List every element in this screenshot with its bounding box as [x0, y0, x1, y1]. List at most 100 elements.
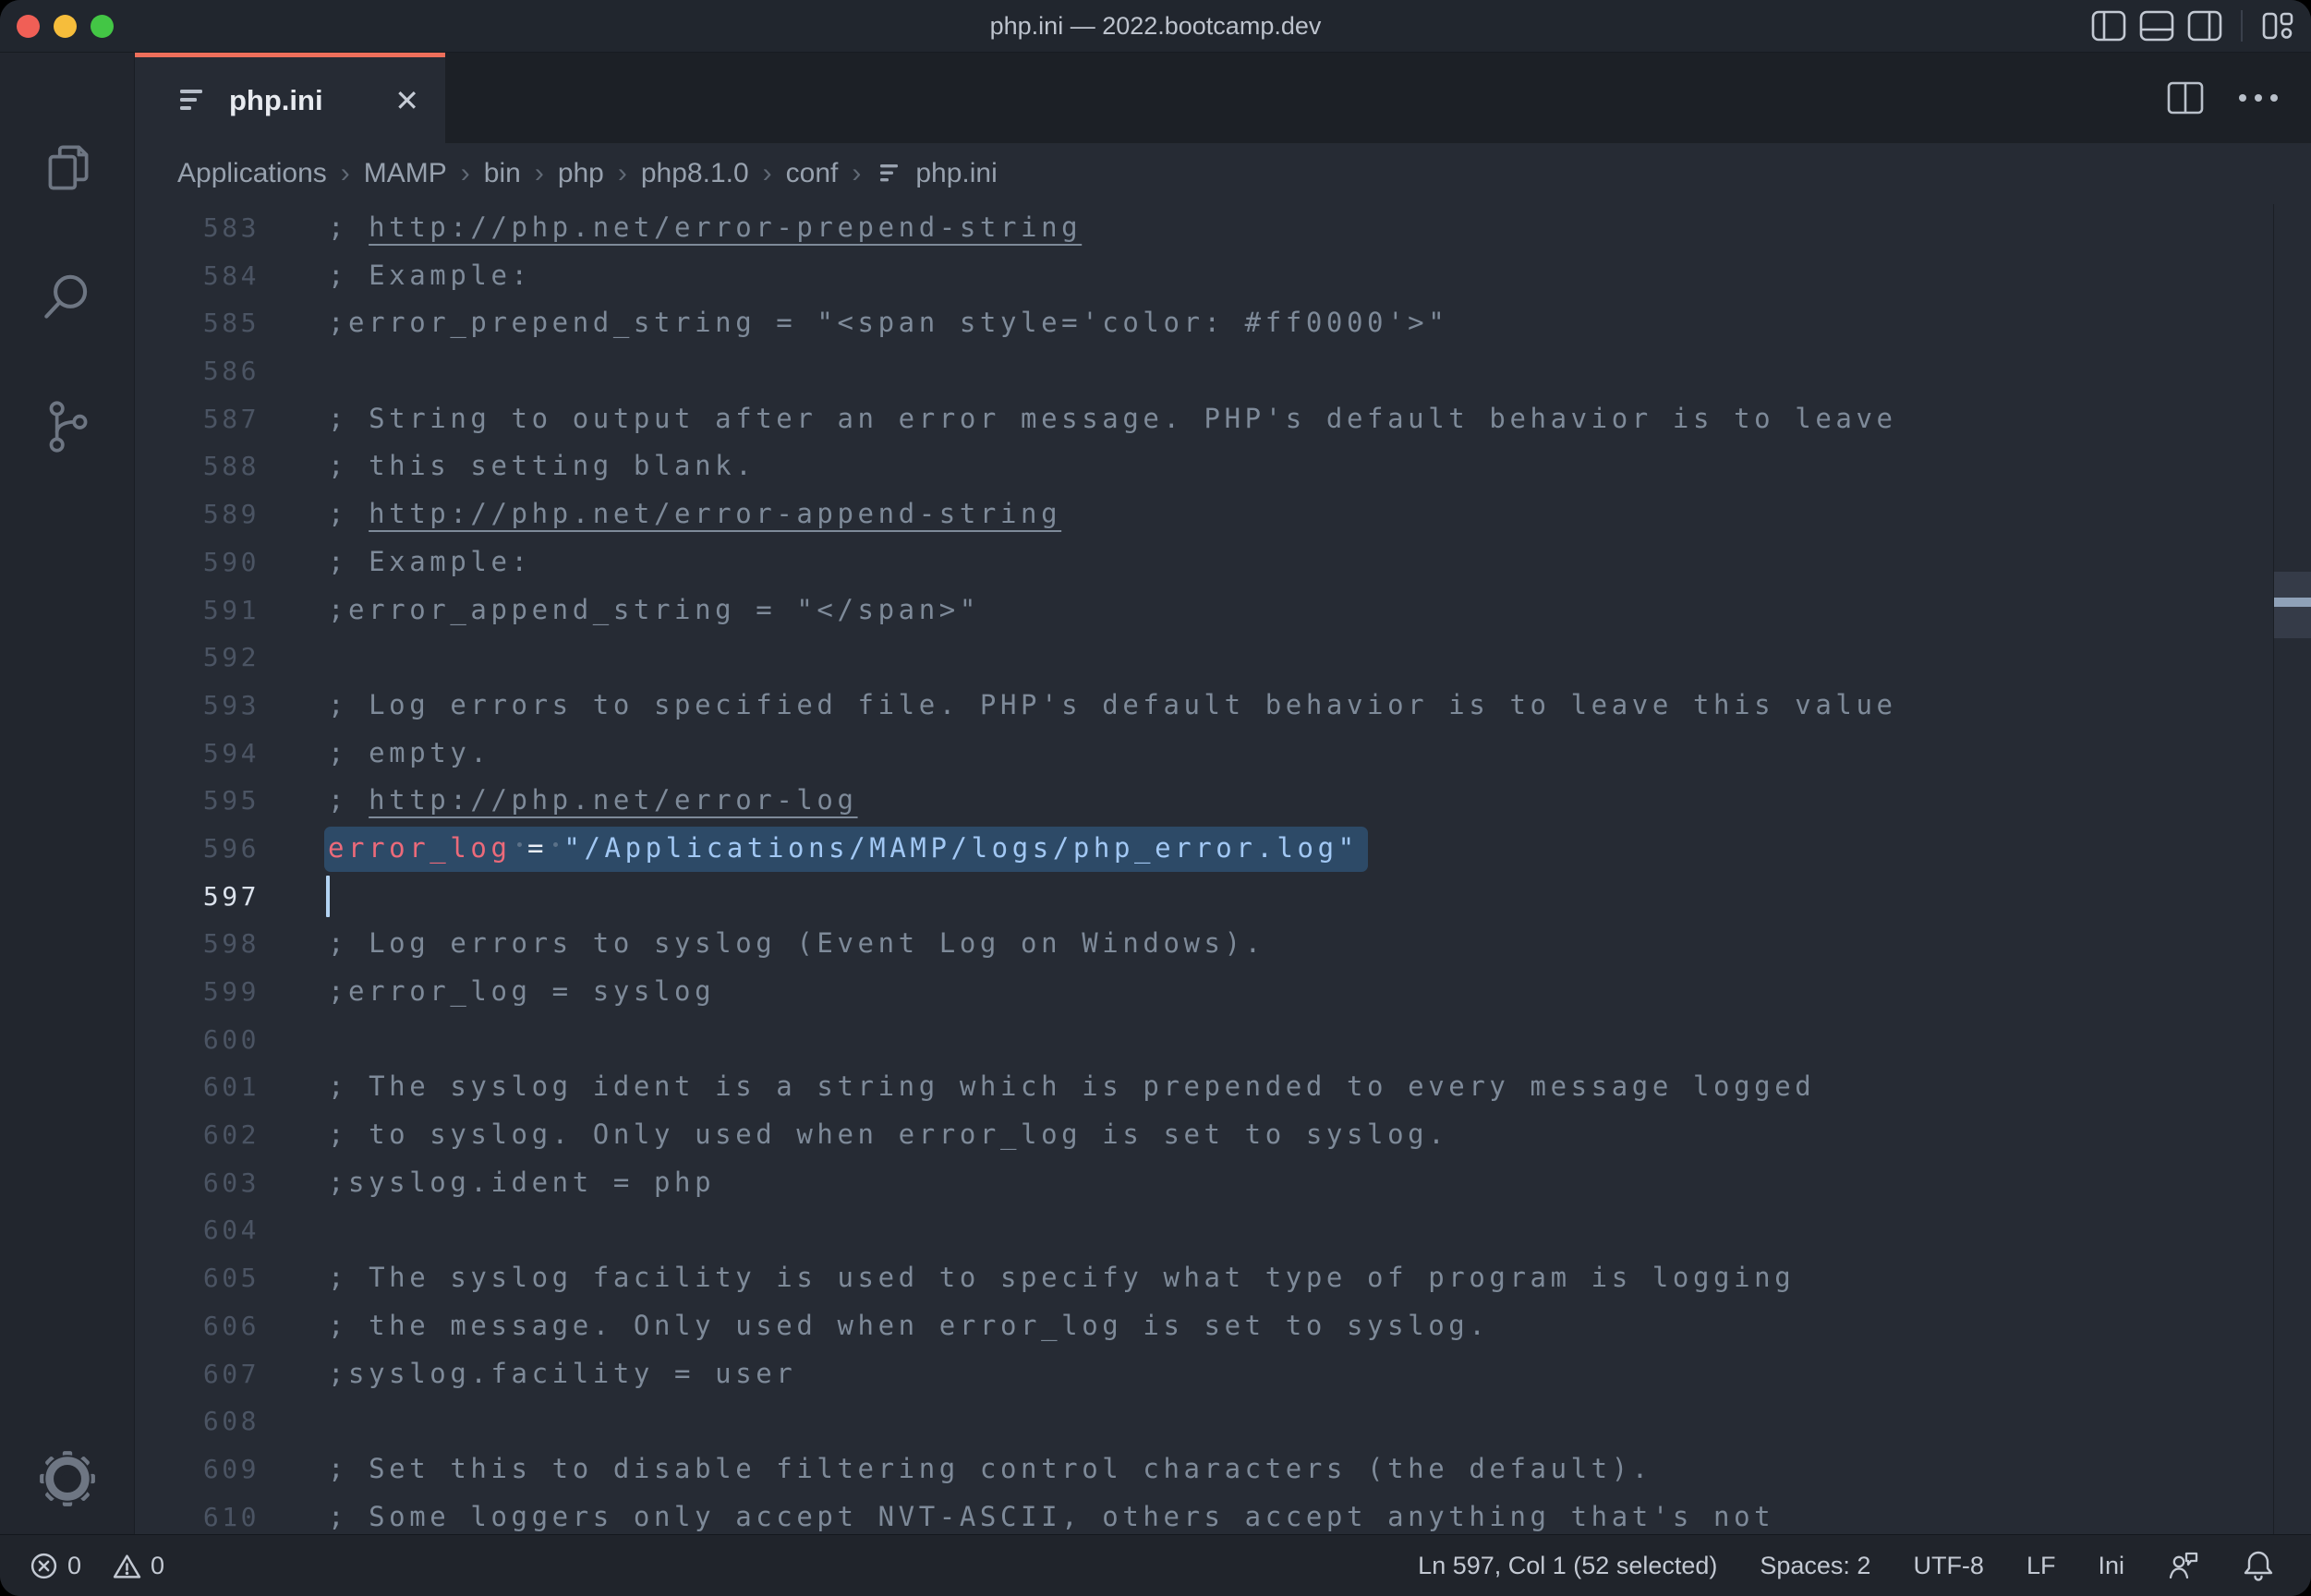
- code-line[interactable]: ;syslog.ident = php: [328, 1159, 2311, 1207]
- toggle-secondary-sidebar-button[interactable]: [2187, 10, 2222, 42]
- line-number[interactable]: 584: [135, 252, 328, 300]
- code-line[interactable]: ; this setting blank.: [328, 442, 2311, 490]
- line-number[interactable]: 606: [135, 1302, 328, 1350]
- code-line[interactable]: ;error_log = syslog: [328, 968, 2311, 1016]
- editor-row[interactable]: 599;error_log = syslog: [135, 968, 2311, 1016]
- line-number[interactable]: 588: [135, 442, 328, 490]
- line-number[interactable]: 587: [135, 395, 328, 443]
- editor-row[interactable]: 603;syslog.ident = php: [135, 1159, 2311, 1207]
- editor-row[interactable]: 591;error_append_string = "</span>": [135, 586, 2311, 635]
- line-number[interactable]: 607: [135, 1350, 328, 1398]
- code-line[interactable]: [328, 347, 2311, 395]
- tab-close-button[interactable]: ✕: [391, 86, 423, 115]
- breadcrumb-item[interactable]: MAMP: [362, 158, 449, 189]
- editor-row[interactable]: 608: [135, 1397, 2311, 1445]
- code-line[interactable]: ;error_append_string = "</span>": [328, 586, 2311, 635]
- line-number[interactable]: 599: [135, 968, 328, 1016]
- line-number[interactable]: 608: [135, 1397, 328, 1445]
- code-line[interactable]: [328, 1016, 2311, 1064]
- editor-row[interactable]: 593; Log errors to specified file. PHP's…: [135, 682, 2311, 730]
- breadcrumb-item[interactable]: php8.1.0: [639, 158, 751, 189]
- editor-row[interactable]: 600: [135, 1016, 2311, 1064]
- activity-explorer-button[interactable]: [0, 138, 134, 199]
- code-line[interactable]: ; Example:: [328, 252, 2311, 300]
- editor-row[interactable]: 606; the message. Only used when error_l…: [135, 1302, 2311, 1350]
- editor-row[interactable]: 607;syslog.facility = user: [135, 1350, 2311, 1398]
- code-line[interactable]: ; Set this to disable filtering control …: [328, 1445, 2311, 1493]
- editor-row[interactable]: 609; Set this to disable filtering contr…: [135, 1445, 2311, 1493]
- line-number[interactable]: 591: [135, 586, 328, 635]
- breadcrumb-item[interactable]: Applications: [175, 158, 329, 189]
- line-number[interactable]: 586: [135, 347, 328, 395]
- encoding-status[interactable]: UTF-8: [1913, 1552, 1984, 1580]
- eol-status[interactable]: LF: [2027, 1552, 2056, 1580]
- title-bar[interactable]: php.ini — 2022.bootcamp.dev: [0, 0, 2311, 53]
- breadcrumb-item[interactable]: conf: [784, 158, 841, 189]
- code-line[interactable]: ; String to output after an error messag…: [328, 395, 2311, 443]
- editor-row[interactable]: 585;error_prepend_string = "<span style=…: [135, 299, 2311, 347]
- line-number[interactable]: 595: [135, 777, 328, 825]
- breadcrumb-item[interactable]: bin: [482, 158, 523, 189]
- editor-row[interactable]: 594; empty.: [135, 730, 2311, 778]
- editor-row[interactable]: 589; http://php.net/error-append-string: [135, 490, 2311, 538]
- toggle-panel-button[interactable]: [2139, 10, 2174, 42]
- code-line[interactable]: ; http://php.net/error-append-string: [328, 490, 2311, 538]
- problems-status-button[interactable]: 0 0: [30, 1552, 164, 1580]
- line-number[interactable]: 592: [135, 634, 328, 682]
- editor-row[interactable]: 596error_log="/Applications/MAMP/logs/ph…: [135, 825, 2311, 873]
- cursor-position-status[interactable]: Ln 597, Col 1 (52 selected): [1418, 1552, 1717, 1580]
- editor-row[interactable]: 587; String to output after an error mes…: [135, 395, 2311, 443]
- code-line[interactable]: [328, 1397, 2311, 1445]
- code-line[interactable]: ; http://php.net/error-log: [328, 777, 2311, 825]
- editor-pane[interactable]: 583; http://php.net/error-prepend-string…: [135, 204, 2311, 1535]
- code-line[interactable]: ;syslog.facility = user: [328, 1350, 2311, 1398]
- code-line[interactable]: ; The syslog facility is used to specify…: [328, 1254, 2311, 1302]
- language-mode-status[interactable]: Ini: [2098, 1552, 2124, 1580]
- line-number[interactable]: 602: [135, 1111, 328, 1159]
- code-line[interactable]: ; The syslog ident is a string which is …: [328, 1063, 2311, 1111]
- code-line[interactable]: [328, 634, 2311, 682]
- line-number[interactable]: 583: [135, 204, 328, 252]
- editor-row[interactable]: 595; http://php.net/error-log: [135, 777, 2311, 825]
- split-editor-button[interactable]: [2167, 81, 2204, 115]
- code-line[interactable]: [328, 873, 2311, 921]
- breadcrumb-item[interactable]: php: [556, 158, 606, 189]
- editor-row[interactable]: 598; Log errors to syslog (Event Log on …: [135, 920, 2311, 968]
- breadcrumb-item[interactable]: php.ini: [914, 158, 998, 189]
- editor-row[interactable]: 584; Example:: [135, 252, 2311, 300]
- code-line[interactable]: ; the message. Only used when error_log …: [328, 1302, 2311, 1350]
- code-line[interactable]: ; Log errors to specified file. PHP's de…: [328, 682, 2311, 730]
- line-number[interactable]: 605: [135, 1254, 328, 1302]
- editor-row[interactable]: 604: [135, 1206, 2311, 1254]
- editor-row[interactable]: 610; Some loggers only accept NVT-ASCII,…: [135, 1493, 2311, 1535]
- code-line[interactable]: [328, 1206, 2311, 1254]
- code-line[interactable]: ; Example:: [328, 538, 2311, 586]
- code-line[interactable]: ; Log errors to syslog (Event Log on Win…: [328, 920, 2311, 968]
- line-number[interactable]: 604: [135, 1206, 328, 1254]
- editor-row[interactable]: 592: [135, 634, 2311, 682]
- editor-row[interactable]: 605; The syslog facility is used to spec…: [135, 1254, 2311, 1302]
- line-number[interactable]: 597: [135, 873, 328, 921]
- code-line[interactable]: ; http://php.net/error-prepend-string: [328, 204, 2311, 252]
- customize-layout-button[interactable]: [2261, 10, 2294, 42]
- line-number[interactable]: 593: [135, 682, 328, 730]
- editor-row[interactable]: 590; Example:: [135, 538, 2311, 586]
- feedback-button[interactable]: [2167, 1550, 2200, 1581]
- line-number[interactable]: 601: [135, 1063, 328, 1111]
- code-line[interactable]: ;error_prepend_string = "<span style='co…: [328, 299, 2311, 347]
- editor-row[interactable]: 586: [135, 347, 2311, 395]
- line-number[interactable]: 589: [135, 490, 328, 538]
- line-number[interactable]: 596: [135, 825, 328, 873]
- editor-row[interactable]: 583; http://php.net/error-prepend-string: [135, 204, 2311, 252]
- code-line[interactable]: ; Some loggers only accept NVT-ASCII, ot…: [328, 1493, 2311, 1535]
- activity-source-control-button[interactable]: [0, 396, 134, 457]
- indentation-status[interactable]: Spaces: 2: [1760, 1552, 1870, 1580]
- line-number[interactable]: 600: [135, 1016, 328, 1064]
- line-number[interactable]: 594: [135, 730, 328, 778]
- editor-row[interactable]: 601; The syslog ident is a string which …: [135, 1063, 2311, 1111]
- line-number[interactable]: 610: [135, 1493, 328, 1535]
- line-number[interactable]: 598: [135, 920, 328, 968]
- settings-gear-button[interactable]: [0, 1448, 134, 1509]
- more-actions-button[interactable]: [2237, 92, 2280, 103]
- tab-php-ini[interactable]: php.ini ✕: [135, 53, 445, 143]
